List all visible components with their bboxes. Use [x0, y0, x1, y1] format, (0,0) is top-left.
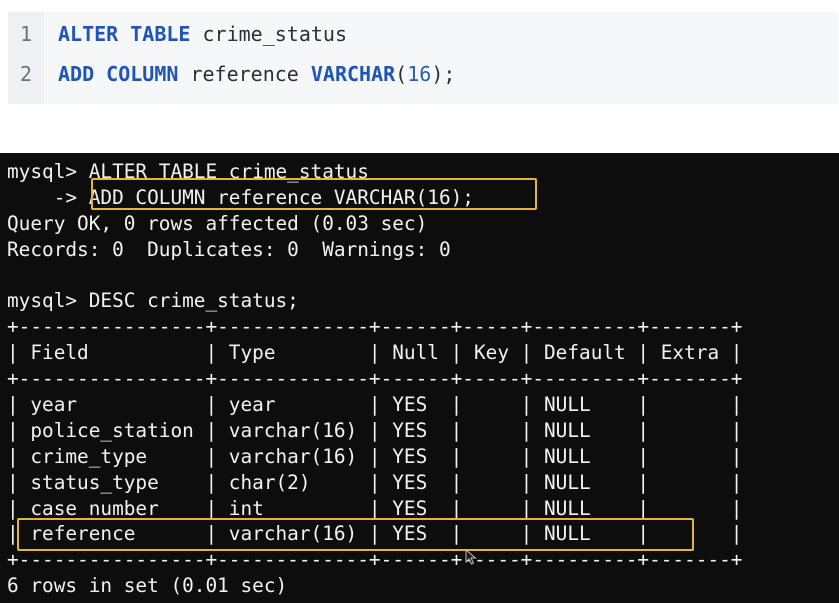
- sql-number: 16: [407, 62, 432, 86]
- line-number: 1: [19, 22, 33, 46]
- sql-text: crime_status: [190, 22, 347, 46]
- table-border-top: +----------------+-------------+------+-…: [7, 315, 743, 339]
- table-row: | crime_type | varchar(16) | YES | | NUL…: [7, 444, 743, 468]
- sql-type-keyword: VARCHAR: [310, 62, 396, 86]
- line-number: 2: [19, 62, 33, 86]
- terminal-line-prompt-desc: mysql> DESC crime_status;: [7, 289, 299, 313]
- sql-paren: (: [395, 62, 408, 86]
- terminal-line-records: Records: 0 Duplicates: 0 Warnings: 0: [7, 237, 451, 261]
- code-editor-panel: 1 ALTER TABLE crime_status 2 ADD COLUMN re…: [8, 12, 838, 104]
- table-border-mid: +----------------+-------------+------+-…: [7, 367, 743, 391]
- table-row: | year | year | YES | | NULL | |: [7, 393, 743, 417]
- code-line-2: 2 ADD COLUMN reference VARCHAR(16);: [8, 56, 455, 92]
- code-line-1: 1 ALTER TABLE crime_status: [8, 16, 347, 52]
- table-header-row: | Field | Type | Null | Key | Default | …: [7, 341, 743, 365]
- sql-keyword: ADD COLUMN: [58, 62, 179, 86]
- table-border-bottom: +----------------+-------------+------+-…: [7, 548, 743, 572]
- terminal-line-rows-in-set: 6 rows in set (0.01 sec): [7, 574, 288, 598]
- mouse-pointer-icon: [465, 549, 477, 565]
- sql-paren-close: );: [431, 62, 456, 86]
- sql-text: reference: [178, 62, 311, 86]
- table-row: | police_station | varchar(16) | YES | |…: [7, 418, 743, 442]
- table-row: | status_type | char(2) | YES | | NULL |…: [7, 470, 743, 494]
- highlight-reference-row: [17, 518, 694, 551]
- terminal-line-query-ok: Query OK, 0 rows affected (0.03 sec): [7, 211, 428, 235]
- sql-keyword: ALTER TABLE: [58, 22, 191, 46]
- highlight-add-column: [91, 178, 537, 210]
